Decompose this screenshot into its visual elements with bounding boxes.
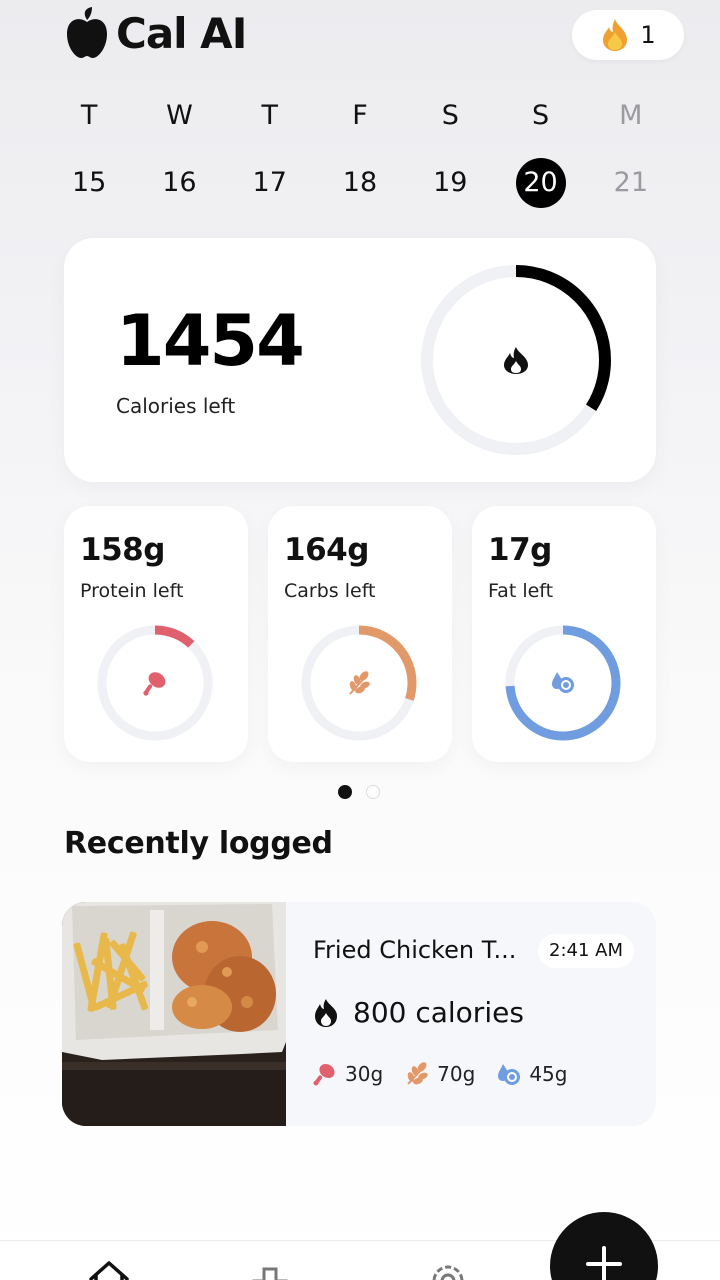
fat-card[interactable]: 17g Fat left bbox=[472, 506, 656, 762]
day-fri[interactable]: F 18 bbox=[315, 94, 405, 206]
pager-dots bbox=[338, 785, 380, 799]
day-mon[interactable]: M 21 bbox=[586, 94, 676, 206]
wheat-icon bbox=[407, 1062, 428, 1085]
oil-drop-icon bbox=[498, 1064, 521, 1085]
streak-count: 1 bbox=[640, 21, 656, 49]
oil-drop-icon bbox=[552, 672, 574, 693]
carbs-left-label: Carbs left bbox=[284, 580, 376, 602]
fat-left-value: 17g bbox=[488, 532, 552, 568]
drumstick-icon bbox=[143, 672, 166, 696]
home-icon[interactable] bbox=[87, 1257, 131, 1280]
day-wed[interactable]: W 16 bbox=[134, 94, 224, 206]
day-number: 16 bbox=[162, 167, 197, 198]
day-letter: M bbox=[619, 100, 643, 131]
log-protein-value: 30g bbox=[345, 1062, 384, 1086]
log-entry-card[interactable]: Fried Chicken T... 2:41 AM 800 calories … bbox=[62, 902, 656, 1126]
wheat-icon bbox=[349, 671, 370, 695]
calories-ring bbox=[421, 265, 611, 455]
add-button[interactable] bbox=[550, 1212, 658, 1280]
protein-left-value: 158g bbox=[80, 532, 165, 568]
log-calories-value: 800 calories bbox=[353, 996, 524, 1029]
app-header: Cal AI 1 bbox=[0, 0, 720, 80]
recently-logged-title: Recently logged bbox=[64, 826, 333, 861]
brand: Cal AI bbox=[64, 6, 247, 60]
pager-dot-active[interactable] bbox=[338, 785, 352, 799]
day-letter: S bbox=[531, 100, 550, 131]
log-fat: 45g bbox=[497, 1062, 567, 1086]
day-number: 15 bbox=[71, 167, 107, 198]
pager-dot[interactable] bbox=[366, 785, 380, 799]
day-sat[interactable]: S 19 bbox=[405, 94, 495, 206]
day-letter: F bbox=[352, 100, 368, 131]
log-macros: 30g 70g 45g bbox=[313, 1062, 589, 1086]
log-carbs: 70g bbox=[405, 1062, 475, 1086]
week-strip: T 15 W 16 T 17 F 18 S 19 S 20 M 21 bbox=[44, 94, 676, 208]
day-letter: T bbox=[80, 100, 98, 131]
log-carbs-value: 70g bbox=[437, 1062, 476, 1086]
log-protein: 30g bbox=[313, 1062, 383, 1086]
flame-icon bbox=[603, 19, 628, 51]
fat-left-label: Fat left bbox=[488, 580, 554, 602]
protein-left-label: Protein left bbox=[80, 580, 184, 602]
food-name: Fried Chicken T... bbox=[313, 936, 517, 964]
flame-icon bbox=[315, 998, 337, 1027]
day-tue[interactable]: T 15 bbox=[44, 94, 134, 206]
day-number: 17 bbox=[252, 167, 287, 198]
day-letter: T bbox=[261, 100, 278, 131]
protein-card[interactable]: 158g Protein left bbox=[64, 506, 248, 762]
carbs-card[interactable]: 164g Carbs left bbox=[268, 506, 452, 762]
add-icon bbox=[586, 1246, 622, 1280]
streak-badge[interactable]: 1 bbox=[572, 10, 684, 60]
log-time-badge: 2:41 AM bbox=[538, 934, 634, 968]
calories-left-label: Calories left bbox=[116, 394, 236, 418]
day-number: 21 bbox=[613, 167, 648, 198]
day-letter: S bbox=[441, 100, 459, 131]
day-number: 19 bbox=[433, 167, 468, 198]
day-number: 18 bbox=[342, 167, 378, 198]
calories-card[interactable]: 1454 Calories left bbox=[64, 238, 656, 482]
fat-ring bbox=[505, 625, 621, 741]
settings-icon[interactable] bbox=[426, 1257, 470, 1280]
day-letter: W bbox=[166, 100, 193, 131]
flame-icon bbox=[504, 347, 528, 374]
log-calories: 800 calories bbox=[313, 996, 524, 1029]
carbs-ring bbox=[301, 625, 417, 741]
progress-icon[interactable] bbox=[248, 1257, 292, 1280]
log-fat-value: 45g bbox=[529, 1062, 568, 1086]
carbs-left-value: 164g bbox=[284, 532, 369, 568]
protein-ring bbox=[97, 625, 213, 741]
day-thu[interactable]: T 17 bbox=[225, 94, 315, 206]
drumstick-icon bbox=[313, 1063, 335, 1086]
calories-left-value: 1454 bbox=[116, 300, 305, 382]
app-name: Cal AI bbox=[116, 8, 247, 58]
apple-logo-icon bbox=[67, 7, 107, 58]
day-number: 20 bbox=[515, 158, 566, 208]
food-photo bbox=[62, 902, 286, 1126]
day-sun-selected[interactable]: S 20 bbox=[495, 94, 585, 208]
